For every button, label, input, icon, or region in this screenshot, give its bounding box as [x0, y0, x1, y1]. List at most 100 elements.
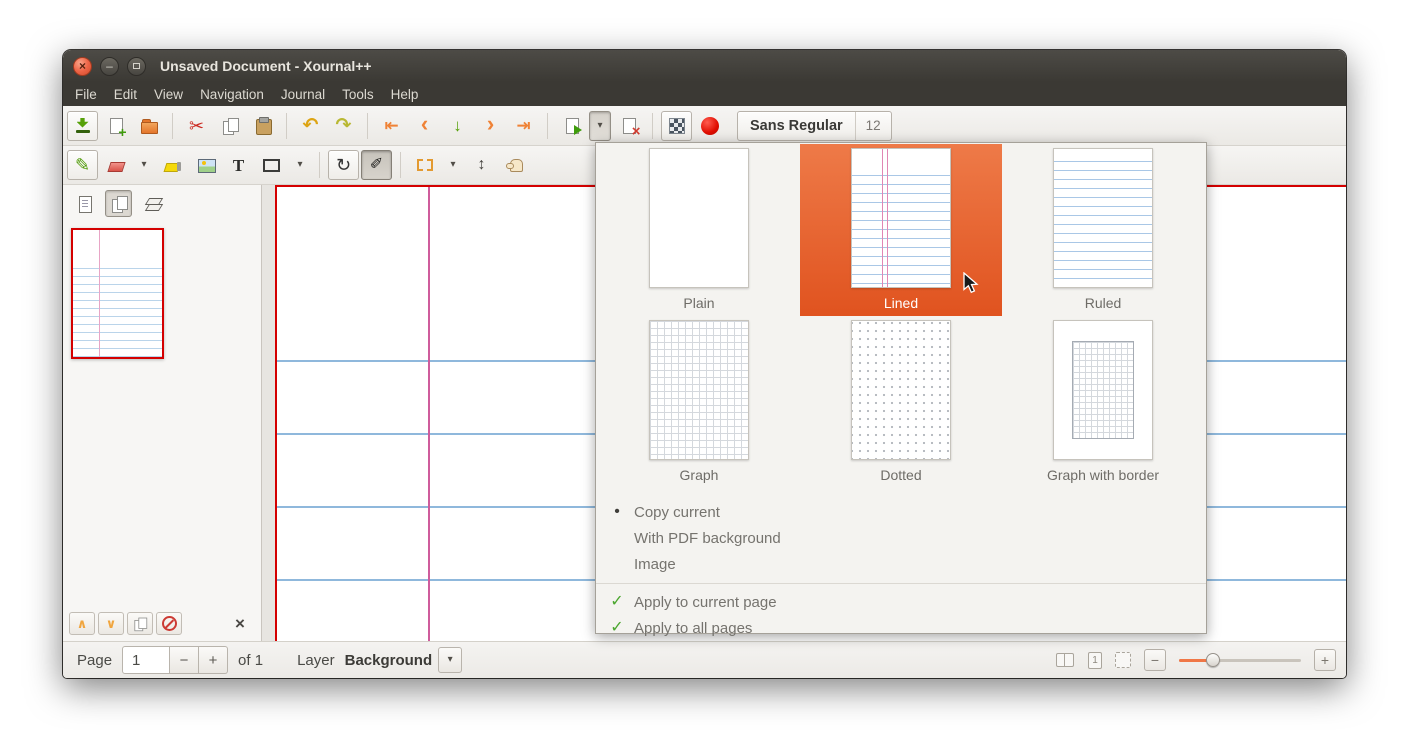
page-increment-button[interactable]: + [199, 646, 228, 674]
pen-tool-button[interactable]: ✎ [67, 150, 98, 180]
chevron-down-icon: ∨ [106, 617, 117, 630]
template-plain[interactable]: Plain [598, 144, 800, 316]
titlebar[interactable]: × – Unsaved Document - Xournal++ [63, 50, 1346, 82]
page-spinner: 1 − + [122, 646, 228, 674]
vertical-space-icon: ↕ [478, 157, 486, 173]
font-size-label: 12 [855, 112, 891, 140]
record-audio-button[interactable] [694, 111, 725, 141]
image-tool-button[interactable] [190, 150, 221, 180]
page-count-label: of 1 [238, 652, 263, 669]
copy-button[interactable] [214, 111, 245, 141]
menu-file[interactable]: File [75, 87, 97, 102]
eraser-tool-button[interactable] [100, 150, 131, 180]
pages-icon [109, 194, 129, 214]
paste-button[interactable] [247, 111, 278, 141]
new-document-button[interactable] [100, 111, 131, 141]
menu-journal[interactable]: Journal [281, 87, 325, 102]
next-page-button[interactable]: › [475, 111, 506, 141]
open-button[interactable] [133, 111, 164, 141]
page-decrement-button[interactable]: − [170, 646, 199, 674]
menu-item-label: Image [634, 556, 676, 573]
sidebar-contents-button[interactable] [71, 190, 98, 217]
page-template-dropdown-button[interactable]: ▾ [589, 111, 611, 141]
template-source-options: • Copy current With PDF background Image [596, 499, 1206, 577]
toolbar-separator [172, 113, 173, 139]
menu-help[interactable]: Help [391, 87, 419, 102]
delete-page-sidebar-button[interactable] [156, 612, 182, 635]
shape-dropdown-button[interactable]: ▾ [289, 150, 311, 180]
hand-tool-button[interactable] [499, 150, 530, 180]
text-tool-icon: T [233, 157, 244, 174]
zoom-in-button[interactable]: + [1314, 649, 1336, 671]
template-ruled[interactable]: Ruled [1002, 144, 1204, 316]
minimize-icon: – [106, 60, 113, 72]
toolbar-separator [652, 113, 653, 139]
highlighter-tool-button[interactable] [157, 150, 188, 180]
layer-value: Background [345, 652, 433, 669]
sidebar-preview-layers-button[interactable] [139, 190, 166, 217]
move-page-up-button[interactable]: ∧ [69, 612, 95, 635]
save-button[interactable] [67, 111, 98, 141]
paste-icon [253, 116, 273, 136]
menu-edit[interactable]: Edit [114, 87, 137, 102]
delete-page-button[interactable] [613, 111, 644, 141]
menu-navigation[interactable]: Navigation [200, 87, 264, 102]
template-graph[interactable]: Graph [598, 316, 800, 492]
next-annotated-page-button[interactable]: ↓ [442, 111, 473, 141]
zoom-out-button[interactable]: − [1144, 649, 1166, 671]
chevron-down-icon: ▾ [597, 121, 602, 131]
insert-page-button[interactable] [556, 111, 587, 141]
menu-item-label: Copy current [634, 504, 720, 521]
page-number-input[interactable]: 1 [122, 646, 170, 674]
image-icon [196, 155, 216, 175]
rotation-snapping-button[interactable]: ↻ [328, 150, 359, 180]
last-page-button[interactable]: ⇥ [508, 111, 539, 141]
select-rectangle-button[interactable] [409, 150, 440, 180]
sidebar-preview-pages-button[interactable] [105, 190, 132, 217]
layer-label: Layer [297, 652, 335, 669]
move-page-down-button[interactable]: ∨ [98, 612, 124, 635]
shape-tool-button[interactable] [256, 150, 287, 180]
cut-button[interactable]: ✂ [181, 111, 212, 141]
zoom-slider[interactable] [1179, 650, 1301, 670]
undo-button[interactable]: ↶ [295, 111, 326, 141]
menu-view[interactable]: View [154, 87, 183, 102]
menu-item-image[interactable]: Image [596, 551, 1206, 577]
toolbar-separator [400, 152, 401, 178]
menu-item-apply-current-page[interactable]: ✓ Apply to current page [596, 589, 1206, 615]
zoom-slider-knob[interactable] [1206, 653, 1220, 667]
template-graph-with-border[interactable]: Graph with border [1002, 316, 1204, 492]
copy-page-button[interactable] [127, 612, 153, 635]
eraser-dropdown-button[interactable]: ▾ [133, 150, 155, 180]
previous-page-button[interactable]: ‹ [409, 111, 440, 141]
template-dotted[interactable]: Dotted [800, 316, 1002, 492]
window-close-button[interactable]: × [73, 57, 92, 76]
window-maximize-button[interactable] [127, 57, 146, 76]
previous-page-icon: ‹ [421, 113, 428, 135]
first-page-button[interactable]: ⇤ [376, 111, 407, 141]
highlighter-icon [163, 155, 183, 175]
window-minimize-button[interactable]: – [100, 57, 119, 76]
close-sidebar-button[interactable]: × [227, 612, 253, 635]
rotation-snap-icon: ↻ [336, 156, 351, 174]
select-dropdown-button[interactable]: ▾ [442, 150, 464, 180]
menu-tools[interactable]: Tools [342, 87, 374, 102]
single-page-view-icon[interactable]: 1 [1088, 652, 1102, 669]
menu-item-copy-current[interactable]: • Copy current [596, 499, 1206, 525]
redo-button[interactable]: ↷ [328, 111, 359, 141]
toolbar-separator [286, 113, 287, 139]
layer-dropdown-button[interactable]: ▾ [438, 647, 462, 673]
selection-rectangle-icon [417, 159, 433, 171]
fit-page-icon[interactable] [1115, 652, 1131, 668]
text-tool-button[interactable]: T [223, 150, 254, 180]
vertical-space-button[interactable]: ↕ [466, 150, 497, 180]
dual-page-view-icon[interactable] [1055, 650, 1075, 670]
font-button[interactable]: Sans Regular 12 [737, 111, 892, 141]
select-pdf-text-button[interactable]: ✐ [361, 150, 392, 180]
menu-item-with-pdf-background[interactable]: With PDF background [596, 525, 1206, 551]
grid-snapping-button[interactable] [661, 111, 692, 141]
toolbar-separator [547, 113, 548, 139]
document-icon [75, 194, 95, 214]
menu-item-apply-all-pages[interactable]: ✓ Apply to all pages [596, 615, 1206, 641]
page-thumbnail[interactable] [71, 228, 164, 359]
